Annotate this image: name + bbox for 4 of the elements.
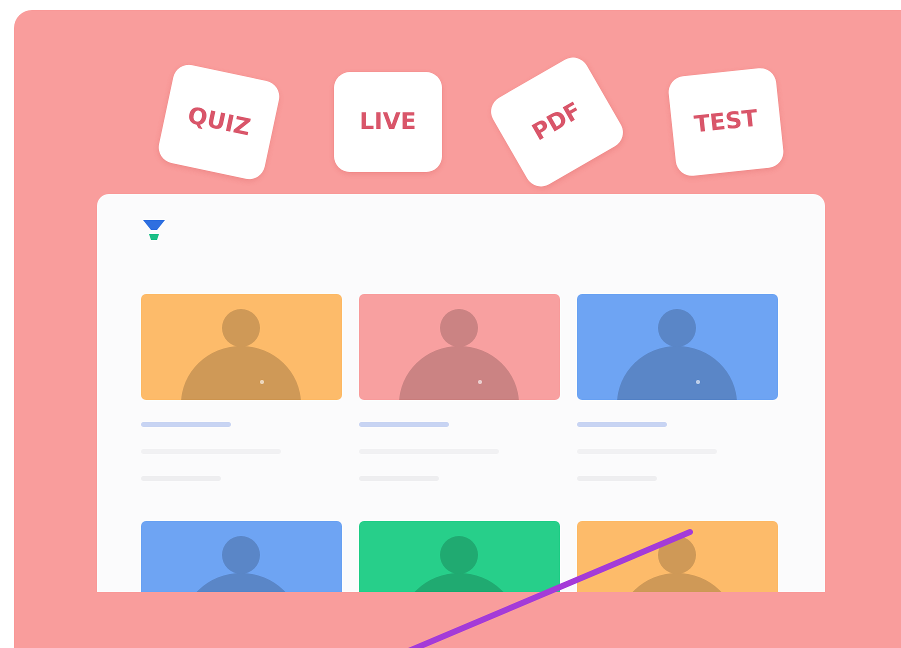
tag-label: PDF: [528, 98, 586, 146]
tag-label: TEST: [693, 106, 760, 138]
tag-label: QUIZ: [184, 102, 252, 142]
tag-label: LIVE: [360, 109, 416, 135]
